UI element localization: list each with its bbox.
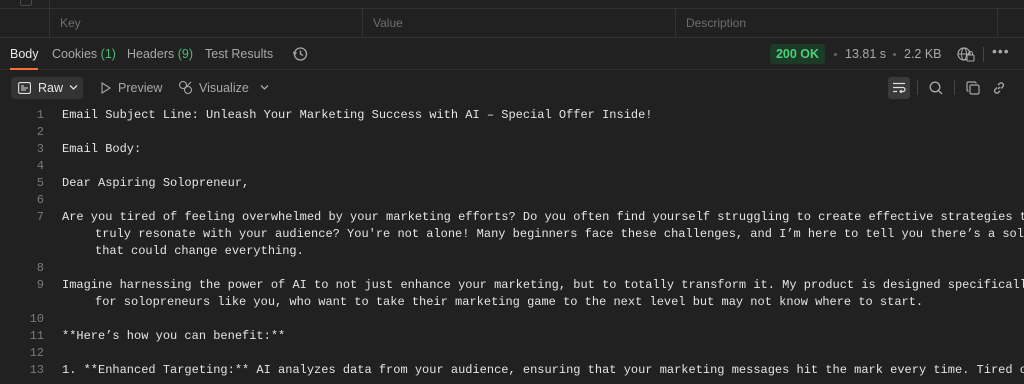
separator-dot [893,53,896,56]
globe-lock-icon[interactable] [957,46,975,62]
divider [917,80,918,95]
response-time[interactable]: 13.81 s [845,47,886,61]
search-icon[interactable] [929,81,943,95]
code-line: 6 [0,192,1024,209]
code-line: 11 **Here’s how you can benefit:** [0,328,1024,345]
line-number: 12 [29,346,44,360]
params-table: Key Value Description [0,0,1024,38]
line-number: 2 [36,125,44,139]
column-header-key: Key [50,9,363,37]
line-text-continuation: that could change everything. [95,244,304,258]
status-badge[interactable]: 200 OK [770,44,825,64]
tab-cookies[interactable]: Cookies (1) [52,47,116,61]
line-number: 13 [29,363,44,377]
separator-dot [834,53,837,56]
column-header-description: Description [676,9,998,37]
tab-cookies-label: Cookies [52,47,98,61]
chevron-down-icon [69,85,78,90]
copy-icon[interactable] [966,81,980,95]
response-toolbar: Raw Preview Visualize [0,70,1024,106]
line-text-continuation: truly resonate with your audience? You'r… [95,227,1024,241]
code-line: 3 Email Body: [0,141,1024,158]
code-line: 9 Imagine harnessing the power of AI to n… [0,277,1024,294]
line-number: 5 [36,176,44,190]
line-text: Imagine harnessing the power of AI to no… [62,278,1024,292]
response-tab-bar: Body Cookies (1) Headers (9) Test Result… [0,38,1024,70]
code-line: 4 [0,158,1024,175]
code-line-wrapped: that could change everything. [0,243,1024,260]
line-number: 8 [36,261,44,275]
tab-test-results[interactable]: Test Results [205,47,273,61]
raw-format-icon [18,82,31,94]
code-line: 2 [0,124,1024,141]
format-label: Raw [38,81,64,95]
line-text-continuation: for solopreneurs like you, who want to t… [95,295,924,309]
line-text: Email Subject Line: Unleash Your Marketi… [62,108,653,122]
row-checkbox[interactable] [20,0,32,6]
response-size[interactable]: 2.2 KB [904,47,942,61]
code-line: 12 [0,345,1024,362]
line-number: 7 [36,210,44,224]
play-icon [101,82,111,94]
headers-count: (9) [177,47,194,61]
line-text: Are you tired of feeling overwhelmed by … [62,210,1024,224]
column-header-value: Value [363,9,676,37]
line-number: 1 [36,108,44,122]
code-line: 5 Dear Aspiring Solopreneur, [0,175,1024,192]
code-line: 8 [0,260,1024,277]
line-number: 4 [36,159,44,173]
visualize-button[interactable]: Visualize [199,81,249,95]
code-line-wrapped: truly resonate with your audience? You'r… [0,226,1024,243]
more-options-icon[interactable]: ••• [992,43,1010,59]
cookies-count: (1) [100,47,116,61]
response-body-editor[interactable]: 1 Email Subject Line: Unleash Your Market… [0,106,1024,384]
chevron-down-icon[interactable] [260,84,269,91]
tab-headers-label: Headers [127,47,175,61]
visualize-icon [178,80,193,95]
line-number: 9 [36,278,44,292]
line-number: 6 [36,193,44,207]
line-text: Dear Aspiring Solopreneur, [62,176,250,190]
code-line: 7 Are you tired of feeling overwhelmed by… [0,209,1024,226]
link-icon[interactable] [992,81,1006,95]
line-text: 1. **Enhanced Targeting:** AI analyzes d… [62,363,1024,377]
wrap-lines-button[interactable] [888,77,910,99]
line-text: Email Body: [62,142,142,156]
line-text: **Here’s how you can benefit:** [62,329,286,343]
line-number: 10 [29,312,44,326]
code-line: 10 [0,311,1024,328]
code-line: 1 Email Subject Line: Unleash Your Market… [0,107,1024,124]
history-icon[interactable] [292,46,308,62]
code-line-wrapped: for solopreneurs like you, who want to t… [0,294,1024,311]
code-line: 13 1. **Enhanced Targeting:** AI analyzes… [0,362,1024,379]
tab-body[interactable]: Body [10,47,39,61]
row-checkbox-column [0,0,50,38]
tab-headers[interactable]: Headers (9) [127,47,193,61]
wrap-lines-icon [893,82,906,94]
divider [983,47,984,62]
divider [954,80,955,95]
line-number: 3 [36,142,44,156]
format-dropdown[interactable]: Raw [11,77,83,99]
line-number: 11 [29,329,44,343]
preview-button[interactable]: Preview [118,81,162,95]
